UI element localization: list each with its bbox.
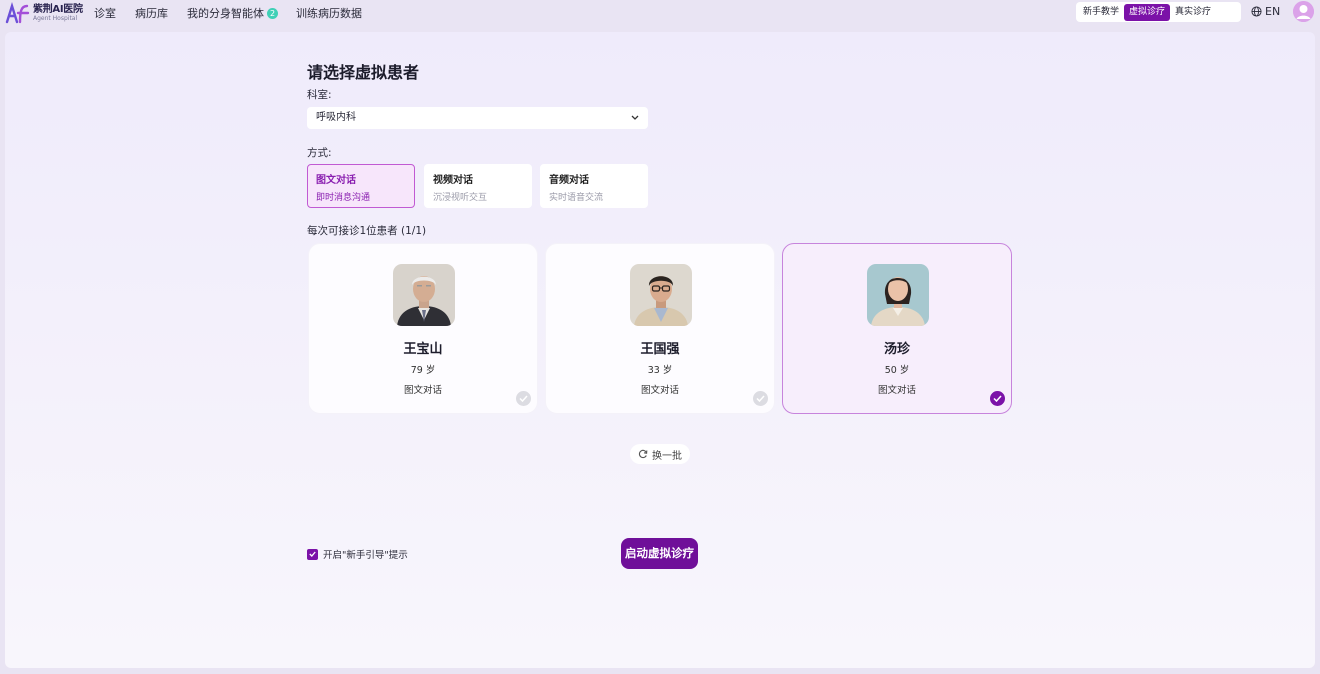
patient-photo <box>630 264 692 326</box>
page-title: 请选择虚拟患者 <box>307 63 420 82</box>
globe-icon <box>1251 6 1262 17</box>
patients-count-label: 每次可接诊1位患者 (1/1) <box>307 225 427 237</box>
method-text-chat[interactable]: 图文对话 即时消息沟通 <box>307 164 415 208</box>
nav-item-label: 我的分身智能体 <box>187 7 264 20</box>
brand-name: 紫荆AI医院 <box>33 3 83 15</box>
agent-count-badge: 2 <box>267 8 278 19</box>
checkbox-checked-icon[interactable] <box>307 548 318 560</box>
nav-item-label: 训练病历数据 <box>296 7 362 20</box>
method-video-chat[interactable]: 视频对话 沉浸视听交互 <box>424 164 532 208</box>
patient-name: 汤珍 <box>883 342 910 357</box>
patient-card-selected[interactable]: 汤珍 50 岁 图文对话 <box>782 243 1012 414</box>
department-value: 呼吸内科 <box>316 112 356 123</box>
logo-icon <box>5 2 30 24</box>
patient-age: 79 岁 <box>410 365 436 376</box>
user-icon <box>1293 1 1314 22</box>
woman-portrait-icon <box>867 264 929 326</box>
chevron-down-icon <box>631 115 639 120</box>
nav-item-clinic[interactable]: 诊室 <box>94 5 116 21</box>
refresh-batch-button[interactable]: 换一批 <box>630 444 690 464</box>
patient-name: 王宝山 <box>403 342 443 357</box>
language-label: EN <box>1265 5 1281 18</box>
method-subtitle: 即时消息沟通 <box>316 193 371 203</box>
method-subtitle: 沉浸视听交互 <box>433 193 488 203</box>
brand-logo[interactable]: 紫荆AI医院 Agent Hospital <box>5 2 83 24</box>
patient-photo <box>867 264 929 326</box>
top-nav-bar: 紫荆AI医院 Agent Hospital 诊室 病历库 我的分身智能体 2 训练… <box>0 0 1320 26</box>
mode-switch: 新手教学 虚拟诊疗 真实诊疗 <box>1076 2 1241 22</box>
user-avatar[interactable] <box>1293 1 1314 22</box>
start-virtual-consultation-button[interactable]: 启动虚拟诊疗 <box>621 538 698 569</box>
man-portrait-icon <box>630 264 692 326</box>
method-label: 方式: <box>307 147 332 159</box>
patient-card[interactable]: 王国强 33 岁 图文对话 <box>545 243 775 414</box>
selected-check-icon[interactable] <box>990 391 1005 406</box>
select-check-icon[interactable] <box>516 391 531 406</box>
nav-item-my-agents[interactable]: 我的分身智能体 2 <box>187 5 278 21</box>
department-label: 科室: <box>307 89 332 101</box>
method-title: 图文对话 <box>316 175 356 186</box>
patient-age: 50 岁 <box>884 365 910 376</box>
patient-mode: 图文对话 <box>640 385 679 396</box>
department-select[interactable]: 呼吸内科 <box>307 107 648 129</box>
select-check-icon[interactable] <box>753 391 768 406</box>
mode-real-button[interactable]: 真实诊疗 <box>1170 4 1216 21</box>
refresh-icon <box>638 449 648 459</box>
brand-subtitle: Agent Hospital <box>33 14 78 22</box>
patient-mode: 图文对话 <box>877 385 916 396</box>
method-subtitle: 实时语音交流 <box>549 193 604 203</box>
nav-item-training-data[interactable]: 训练病历数据 <box>296 5 362 21</box>
language-switch[interactable]: EN <box>1251 5 1280 18</box>
method-title: 音频对话 <box>549 175 589 186</box>
nav-item-label: 诊室 <box>94 7 116 20</box>
patient-mode: 图文对话 <box>403 385 442 396</box>
patient-card[interactable]: 王宝山 79 岁 图文对话 <box>308 243 538 414</box>
mode-tutorial-button[interactable]: 新手教学 <box>1078 4 1124 21</box>
method-audio-chat[interactable]: 音频对话 实时语音交流 <box>540 164 648 208</box>
mode-virtual-button[interactable]: 虚拟诊疗 <box>1124 3 1171 21</box>
nav-item-label: 病历库 <box>135 7 168 20</box>
beginner-guide-toggle[interactable]: 开启"新手引导"提示 <box>307 547 408 561</box>
patient-name: 王国强 <box>640 342 680 357</box>
nav-item-records[interactable]: 病历库 <box>135 5 168 21</box>
refresh-label: 换一批 <box>652 450 682 462</box>
patient-age: 33 岁 <box>647 365 673 376</box>
method-title: 视频对话 <box>433 175 473 186</box>
elderly-man-portrait-icon <box>393 264 455 326</box>
guide-label: 开启"新手引导"提示 <box>323 550 408 561</box>
patient-photo <box>393 264 455 326</box>
